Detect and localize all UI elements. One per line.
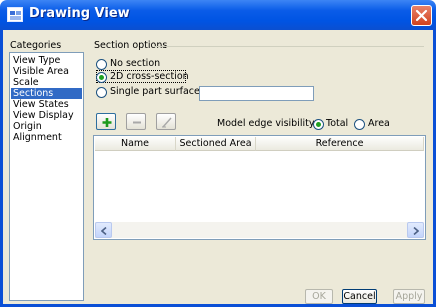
edge-visibility-area-radio[interactable] [354,119,365,130]
categories-label: Categories [10,40,62,51]
radio-selected-dot [316,122,321,127]
ok-button[interactable]: OK [305,289,333,304]
category-view-display[interactable]: View Display [11,110,82,121]
categories-list[interactable]: View Type Visible Area Scale Sections Vi… [9,52,84,301]
edit-section-button[interactable] [156,113,176,130]
single-part-surface-label: Single part surface [110,86,200,97]
no-section-radio[interactable] [96,59,107,70]
column-header-name[interactable]: Name [95,137,176,151]
close-button[interactable] [411,5,432,26]
column-header-reference[interactable]: Reference [256,137,424,151]
2d-cross-section-label: 2D cross-section [110,71,189,82]
drawing-view-dialog: Drawing View Categories View Type Visibl… [0,0,436,307]
category-view-type[interactable]: View Type [11,55,82,66]
add-section-button[interactable] [96,113,116,130]
scroll-left-button[interactable] [95,222,112,238]
single-part-surface-radio[interactable] [96,87,107,98]
column-header-sectioned-area[interactable]: Sectioned Area [176,137,256,151]
edge-visibility-total-label: Total [326,118,349,129]
category-view-states[interactable]: View States [11,99,82,110]
remove-section-button[interactable] [126,113,146,130]
cancel-button[interactable]: Cancel [342,289,377,304]
sections-table[interactable]: Name Sectioned Area Reference [93,135,426,240]
single-part-surface-input[interactable] [199,86,314,101]
edge-visibility-area-label: Area [368,118,390,129]
2d-cross-section-radio[interactable] [96,72,107,83]
horizontal-scrollbar[interactable] [95,222,424,238]
chevron-left-icon [101,227,107,235]
close-icon [415,9,428,22]
category-visible-area[interactable]: Visible Area [11,66,82,77]
window-title: Drawing View [29,6,130,21]
category-alignment[interactable]: Alignment [11,132,82,143]
apply-button[interactable]: Apply [393,289,425,304]
section-options-divider [154,46,424,47]
minus-icon [133,121,141,124]
chevron-right-icon [413,227,419,235]
no-section-label: No section [110,58,161,69]
edge-visibility-total-radio[interactable] [313,119,324,130]
category-scale[interactable]: Scale [11,77,82,88]
radio-selected-dot [99,75,104,80]
window-icon [7,7,23,22]
plus-icon [102,118,112,127]
scroll-right-button[interactable] [407,222,424,238]
slash-icon [162,117,172,128]
title-bar[interactable]: Drawing View [0,0,436,30]
category-sections[interactable]: Sections [11,88,82,99]
model-edge-visibility-label: Model edge visibility [217,118,315,129]
category-origin[interactable]: Origin [11,121,82,132]
